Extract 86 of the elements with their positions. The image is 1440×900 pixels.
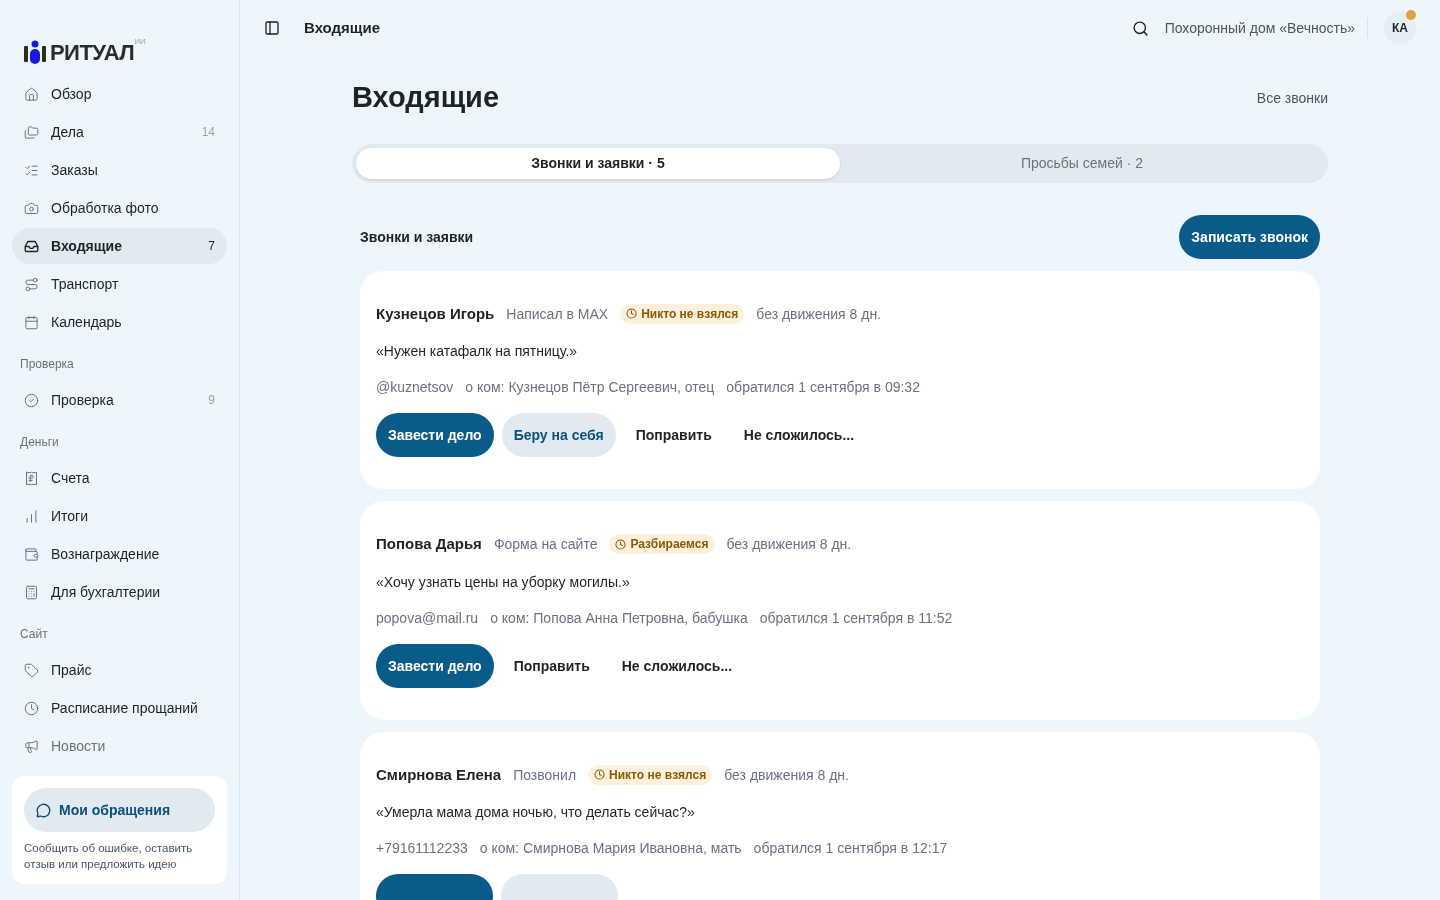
logo-text: РИТУАЛ — [50, 42, 135, 64]
action-button[interactable]: Не сложилось... — [609, 643, 745, 688]
sidebar-toggle-icon[interactable] — [264, 20, 280, 36]
section-title: Звонки и заявки — [360, 227, 474, 247]
subject-text: о ком: Кузнецов Пётр Сергеевич, отец — [465, 378, 715, 397]
tab[interactable]: Просьбы семей · 2 — [840, 147, 1324, 179]
all-calls-link[interactable]: Все звонки — [1256, 87, 1328, 108]
subject-text: о ком: Попова Анна Петровна, бабушка — [490, 608, 748, 628]
receipt-icon — [24, 470, 39, 486]
channel-text: Позвонил — [513, 765, 577, 785]
status-badge: Никто не взялся — [620, 303, 745, 324]
status-badge: Разбираемся — [609, 534, 715, 555]
calculator-icon — [24, 584, 39, 600]
checklist-icon — [24, 162, 39, 178]
item-count: 7 — [208, 238, 215, 254]
idle-text: без движения 8 дн. — [756, 304, 881, 324]
section-heading: Проверка — [19, 356, 75, 372]
idle-text: без движения 8 дн. — [724, 765, 849, 785]
sidebar-item[interactable]: Календарь — [12, 304, 227, 340]
sidebar-item[interactable]: Вознаграждение — [12, 536, 227, 572]
request-message: «Нужен катафалк на пятницу.» — [376, 342, 579, 361]
contact-text: +79161112233 — [376, 839, 468, 858]
action-button[interactable]: Беру на себя — [501, 413, 616, 457]
sidebar-item[interactable]: Проверка 9 — [12, 382, 227, 418]
action-button[interactable]: Поправить — [501, 643, 602, 688]
page-title: Входящие — [352, 80, 500, 115]
record-call-button[interactable]: Записать звонок — [1179, 214, 1320, 259]
channel-text: Написал в MAX — [506, 304, 609, 324]
section-heading: Деньги — [19, 434, 60, 450]
route-icon — [24, 276, 39, 292]
sidebar-item[interactable]: Обзор — [12, 76, 227, 112]
contact-text: @kuznetsov — [376, 378, 454, 397]
clock-icon — [24, 700, 39, 716]
action-button[interactable]: Поправить — [623, 413, 724, 457]
house-icon — [24, 86, 39, 102]
my-requests-button[interactable]: Мои обращения — [24, 788, 215, 832]
sidebar-item[interactable]: Итоги — [12, 498, 227, 534]
calendar-icon — [24, 314, 39, 330]
sidebar-item[interactable]: Прайс — [12, 652, 227, 688]
date-text: обратился 1 сентября в 11:52 — [759, 608, 953, 628]
wallet-icon — [24, 546, 39, 562]
section-heading: Сайт — [19, 626, 49, 642]
logo-icon — [24, 40, 46, 64]
subject-text: о ком: Смирнова Мария Ивановна, мать — [479, 839, 742, 858]
logo-mark: ИИ — [134, 38, 146, 46]
megaphone-icon — [24, 738, 39, 754]
header-title: Входящие — [304, 17, 382, 38]
avatar[interactable]: КА — [1384, 12, 1416, 44]
bar-chart-icon — [24, 508, 39, 524]
organization-name[interactable]: Похоронный дом «Вечность» — [1164, 18, 1368, 38]
sidebar-item[interactable]: Входящие 7 — [12, 228, 227, 264]
inbox-icon — [24, 238, 39, 254]
sidebar-item[interactable]: Расписание прощаний — [12, 690, 227, 726]
status-badge: Никто не взялся — [588, 764, 713, 785]
date-text: обратился 1 сентября в 09:32 — [726, 378, 920, 397]
sidebar-item[interactable]: Обработка фото — [12, 190, 227, 226]
search-icon[interactable] — [1131, 19, 1149, 37]
date-text: обратился 1 сентября в 12:17 — [753, 839, 948, 858]
sidebar-item[interactable]: Для бухгалтерии — [12, 574, 227, 610]
channel-text: Форма на сайте — [493, 535, 598, 555]
item-count: 9 — [208, 392, 215, 408]
request-message: «Хочу узнать цены на уборку могилы.» — [376, 572, 631, 592]
item-count: 14 — [201, 124, 215, 140]
client-name: Смирнова Елена — [376, 764, 502, 785]
tag-icon — [24, 662, 39, 678]
action-button[interactable]: Завести дело — [376, 643, 494, 688]
client-name: Попова Дарья — [376, 534, 482, 554]
folders-icon — [24, 124, 39, 140]
tab[interactable]: Звонки и заявки · 5 — [356, 147, 840, 179]
check-circle-icon — [24, 392, 39, 408]
clock-icon — [594, 769, 606, 781]
contact-text: popova@mail.ru — [376, 608, 479, 628]
action-button[interactable]: Не сложилось... — [731, 413, 867, 457]
chat-icon — [36, 802, 51, 818]
action-button[interactable]: Завести дело — [376, 413, 494, 457]
sidebar-item[interactable]: Заказы — [12, 152, 227, 188]
idle-text: без движения 8 дн. — [726, 535, 852, 555]
sidebar-item[interactable]: Транспорт — [12, 266, 227, 302]
clock-icon — [626, 308, 638, 320]
camera-icon — [24, 200, 39, 216]
sidebar-item[interactable]: Счета — [12, 460, 227, 496]
sidebar-item[interactable]: Дела 14 — [12, 114, 227, 150]
clock-icon — [615, 538, 627, 550]
request-message: «Умерла мама дома ночью, что делать сейчас?» — [376, 803, 696, 822]
feedback-text: Сообщить об ошибке, оставить отзыв или предложить идею — [24, 841, 194, 872]
client-name: Кузнецов Игорь — [376, 303, 495, 324]
